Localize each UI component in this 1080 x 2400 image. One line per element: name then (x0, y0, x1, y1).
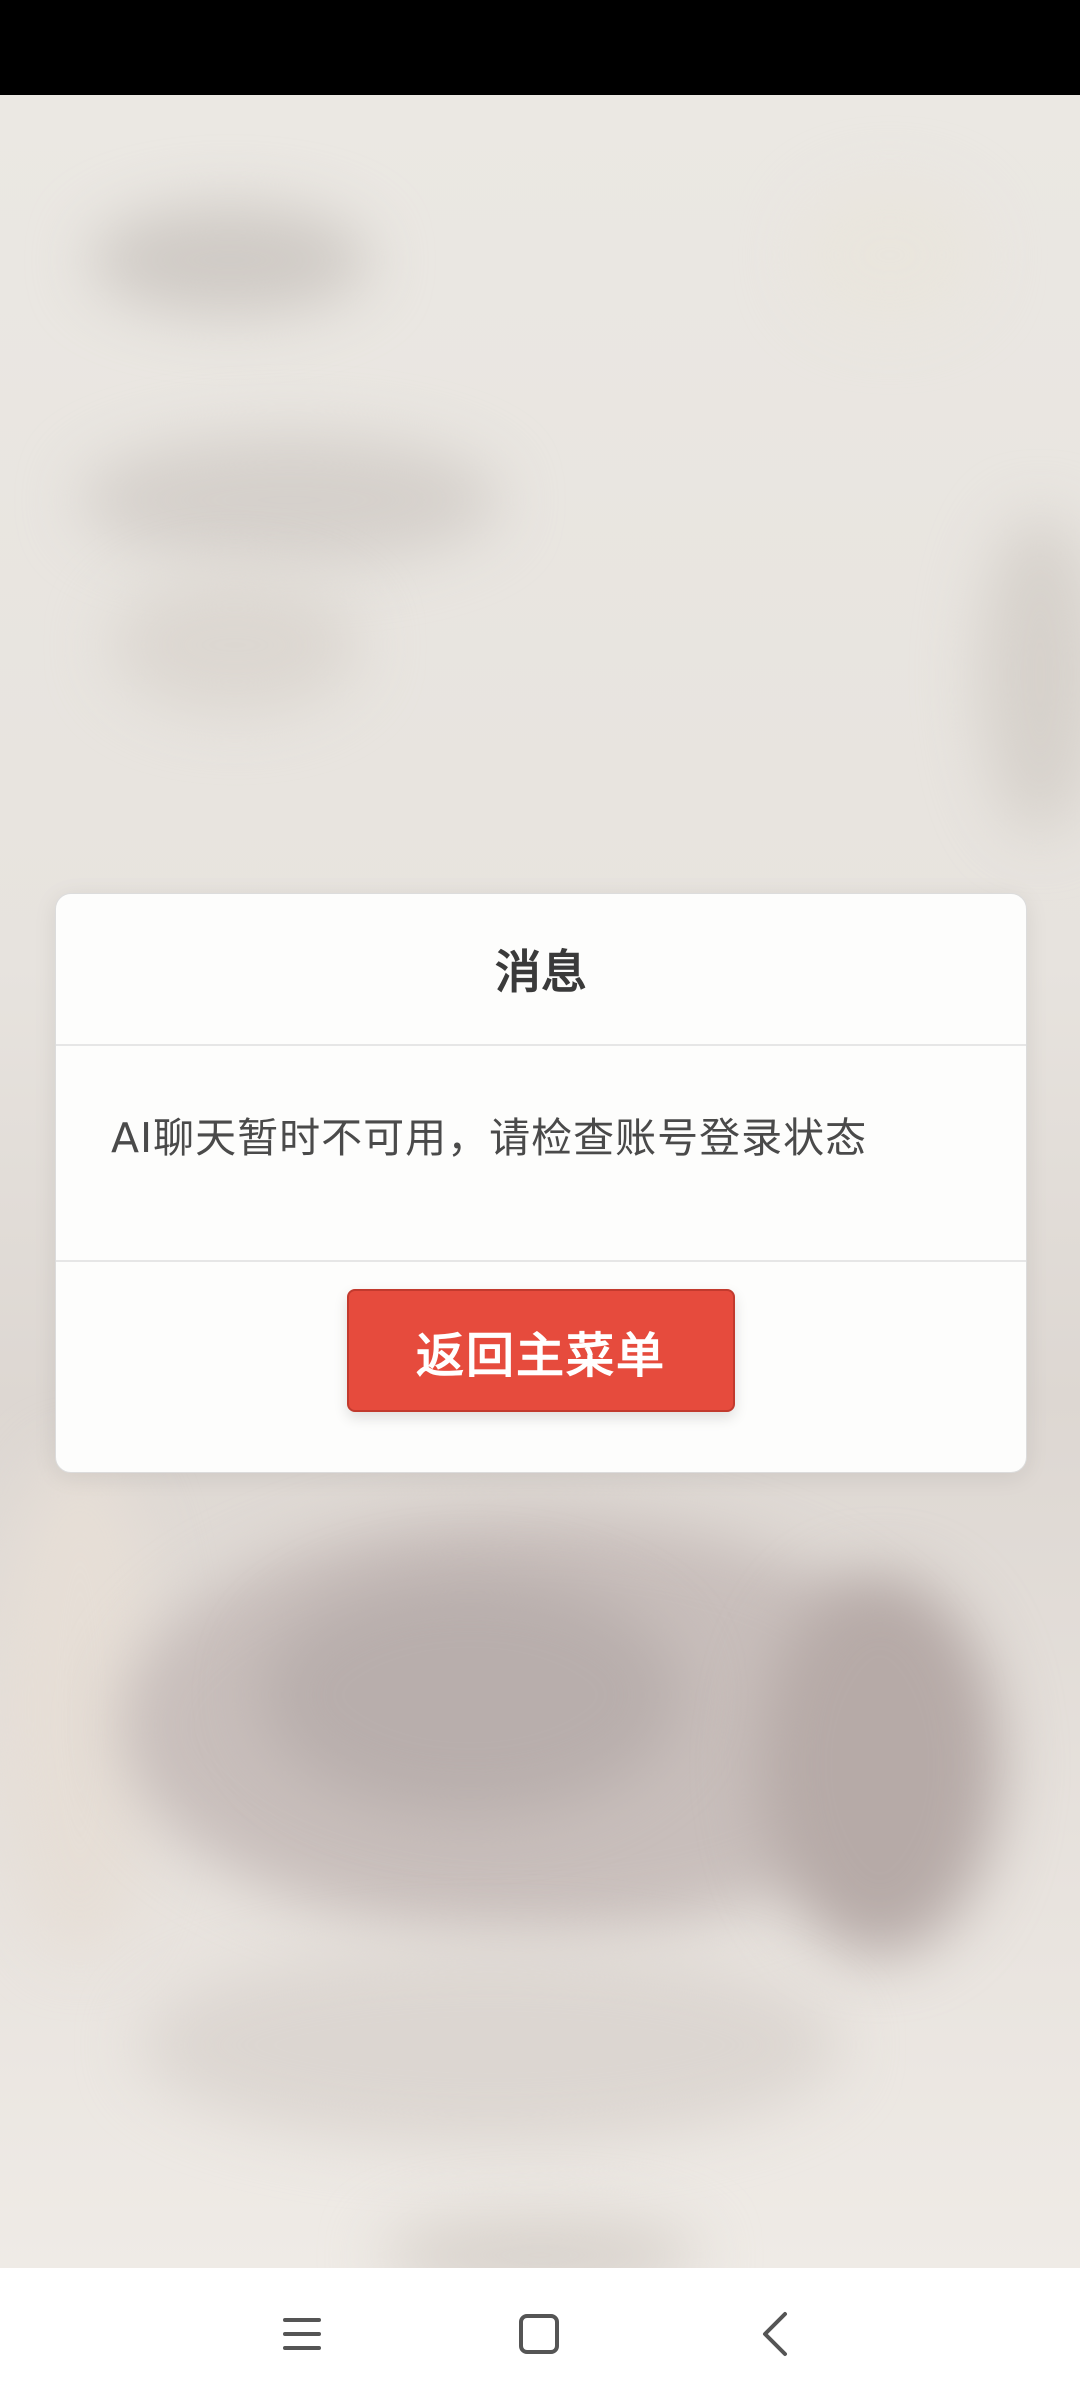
message-dialog: 消息 AI聊天暂时不可用，请检查账号登录状态 返回主菜单 (55, 893, 1027, 1473)
menu-icon[interactable] (263, 2294, 343, 2374)
dialog-footer: 返回主菜单 (56, 1262, 1026, 1472)
dialog-message-text: AI聊天暂时不可用，请检查账号登录状态 (111, 1114, 868, 1162)
back-chevron-icon[interactable] (735, 2294, 815, 2374)
dialog-title: 消息 (56, 894, 1026, 1046)
return-main-menu-button[interactable]: 返回主菜单 (347, 1289, 735, 1412)
home-square-icon[interactable] (499, 2294, 579, 2374)
system-navigation-bar (0, 2268, 1080, 2400)
status-bar (0, 0, 1080, 95)
dialog-message: AI聊天暂时不可用，请检查账号登录状态 (56, 1046, 1026, 1262)
